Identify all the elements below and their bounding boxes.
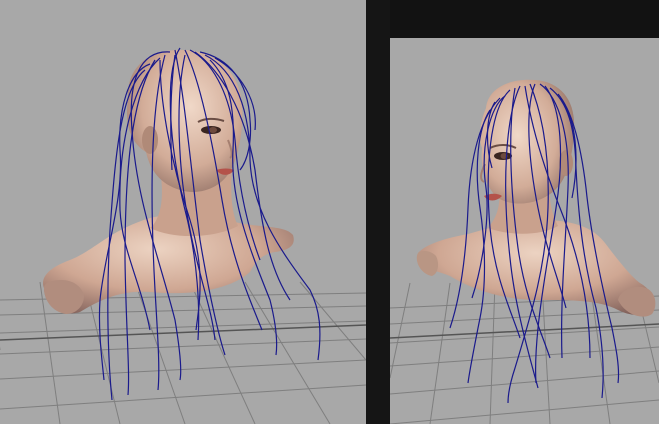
perspective-viewport-left[interactable] xyxy=(0,0,366,424)
viewport-canvas-left[interactable] xyxy=(0,0,366,424)
panel-top-band xyxy=(390,0,659,38)
viewport-canvas-right[interactable] xyxy=(390,38,659,424)
viewport-divider[interactable] xyxy=(366,0,390,424)
perspective-viewport-right[interactable] xyxy=(390,38,659,424)
